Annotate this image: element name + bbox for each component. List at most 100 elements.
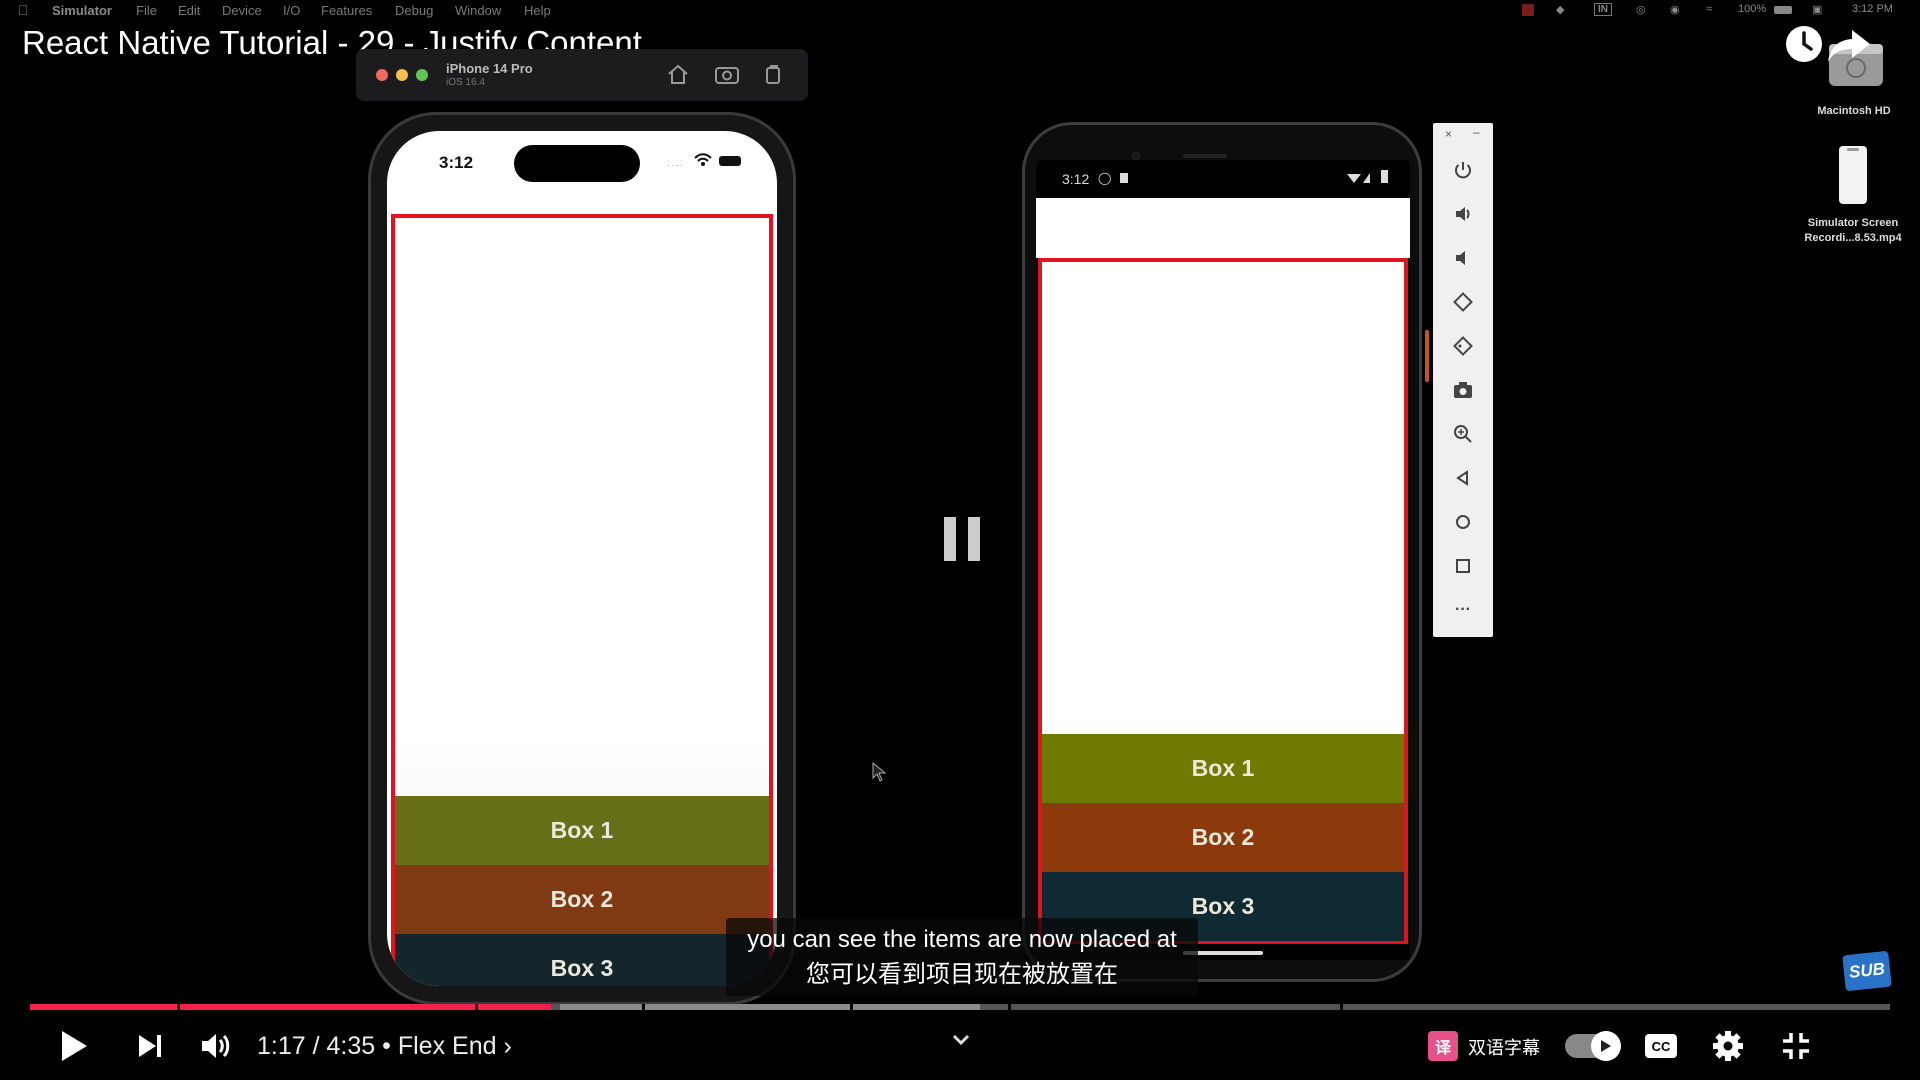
box-3-label: Box 3: [550, 955, 614, 981]
iphone-status-time: 3:12: [439, 153, 474, 172]
minimize-window-button[interactable]: [396, 69, 408, 81]
dynamic-island: [514, 145, 640, 182]
chapter-separator: •: [382, 1032, 398, 1060]
play-status-icon[interactable]: ◎: [1636, 3, 1646, 16]
watch-later-icon[interactable]: [1784, 24, 1824, 69]
iphone-frame: 3:12 ···· Box 1 Box 2 Box 3: [368, 112, 796, 1005]
rotate-icon[interactable]: [762, 63, 784, 90]
settings-gear-icon[interactable]: [1710, 1028, 1746, 1064]
menu-help[interactable]: Help: [524, 3, 551, 18]
play-button[interactable]: [54, 1026, 94, 1066]
user-status-icon[interactable]: ◉: [1670, 3, 1680, 16]
volume-up-icon[interactable]: [1451, 202, 1475, 226]
box-1: Box 1: [1042, 734, 1404, 803]
chapter-chevron-icon[interactable]: ›: [503, 1032, 511, 1060]
android-shield-icon: ◯: [1098, 171, 1112, 185]
chapter-divider: [1340, 1004, 1343, 1010]
box-2: Box 2: [1042, 803, 1404, 872]
input-source-icon[interactable]: IN: [1594, 3, 1612, 16]
simulator-os-version: iOS 16.4: [446, 77, 485, 88]
video-file-icon[interactable]: [1839, 146, 1867, 204]
android-wifi-icon: [1346, 171, 1376, 190]
wifi-icon: [694, 151, 712, 172]
container-view: Box 1 Box 2 Box 3: [391, 214, 773, 986]
progress-bar[interactable]: [30, 1004, 1890, 1010]
emulator-toolbar: × – ···: [1433, 123, 1493, 637]
box-1-label: Box 1: [1191, 755, 1255, 781]
zoom-icon[interactable]: [1451, 422, 1475, 446]
menu-file[interactable]: File: [136, 3, 157, 18]
box-1: Box 1: [395, 796, 769, 865]
mouse-cursor-icon: [872, 761, 887, 787]
menu-clock: 3:12 PM: [1852, 3, 1893, 15]
rotate-left-icon[interactable]: [1451, 290, 1475, 314]
chapter-title[interactable]: Flex End: [398, 1032, 497, 1060]
android-screen: 3:12 ◯ Box 1 Box 2 Box 3: [1036, 160, 1410, 960]
screenshot-icon[interactable]: [714, 63, 740, 90]
battery-icon[interactable]: [1774, 6, 1792, 14]
cc-button[interactable]: CC: [1644, 1030, 1678, 1062]
menu-features[interactable]: Features: [321, 3, 372, 18]
status-icon[interactable]: ◆: [1556, 3, 1564, 16]
emulator-minimize-icon[interactable]: –: [1473, 125, 1480, 139]
camera-icon[interactable]: [1451, 378, 1475, 402]
time-display[interactable]: 1:17 / 4:35 • Flex End ›: [257, 1032, 512, 1061]
progress-played: [30, 1004, 551, 1010]
chapter-divider: [1008, 1004, 1011, 1010]
captions-window[interactable]: you can see the items are now placed at …: [726, 918, 1198, 996]
current-time: 1:17: [257, 1032, 306, 1060]
share-icon[interactable]: [1826, 26, 1872, 71]
menu-device[interactable]: Device: [222, 3, 262, 18]
home-circle-icon[interactable]: [1451, 510, 1475, 534]
sub-badge[interactable]: SUB: [1842, 950, 1892, 992]
chapter-divider: [850, 1004, 853, 1010]
box-2-label: Box 2: [1191, 824, 1255, 850]
android-app-header: [1036, 198, 1410, 258]
desktop-recording-label[interactable]: Simulator Screen Recordi...8.53.mp4: [1788, 216, 1918, 246]
wifi-status-icon[interactable]: ≈: [1706, 3, 1712, 15]
overview-icon[interactable]: [1451, 554, 1475, 578]
pause-overlay-icon[interactable]: [944, 517, 982, 561]
menu-window[interactable]: Window: [455, 3, 501, 18]
autoplay-toggle[interactable]: [1565, 1031, 1621, 1061]
menu-app-name[interactable]: Simulator: [52, 3, 112, 18]
box-1-label: Box 1: [550, 817, 614, 843]
display-icon[interactable]: ▣: [1812, 3, 1822, 16]
volume-button[interactable]: [196, 1026, 236, 1066]
simulator-toolbar: iPhone 14 Pro iOS 16.4: [356, 49, 808, 101]
zoom-window-button[interactable]: [416, 69, 428, 81]
simulator-device-name: iPhone 14 Pro: [446, 61, 533, 76]
rotate-right-icon[interactable]: [1451, 334, 1475, 358]
android-sd-icon: [1120, 173, 1128, 183]
translate-icon[interactable]: 译: [1428, 1031, 1458, 1061]
autoplay-play-icon: [1591, 1031, 1621, 1061]
box-2-label: Box 2: [550, 886, 614, 912]
back-icon[interactable]: [1451, 466, 1475, 490]
home-icon[interactable]: [666, 63, 690, 90]
menu-io[interactable]: I/O: [283, 3, 300, 18]
exit-fullscreen-icon[interactable]: [1778, 1028, 1814, 1064]
mac-menu-bar:  Simulator File Edit Device I/O Feature…: [0, 0, 1920, 22]
more-icon[interactable]: ···: [1451, 598, 1475, 622]
box-2: Box 2: [395, 865, 769, 934]
chapter-divider: [177, 1004, 180, 1010]
iphone-screen: 3:12 ···· Box 1 Box 2 Box 3: [387, 131, 777, 986]
power-icon[interactable]: [1451, 158, 1475, 182]
record-icon[interactable]: [1522, 4, 1534, 16]
menu-debug[interactable]: Debug: [395, 3, 433, 18]
apple-icon[interactable]: : [18, 2, 29, 18]
desktop-macintosh-hd-label[interactable]: Macintosh HD: [1796, 104, 1912, 119]
svg-text:CC: CC: [1652, 1039, 1671, 1054]
emulator-close-icon[interactable]: ×: [1445, 127, 1452, 141]
next-button[interactable]: [130, 1026, 170, 1066]
close-window-button[interactable]: [376, 69, 388, 81]
volume-down-icon[interactable]: [1451, 246, 1475, 270]
menu-edit[interactable]: Edit: [178, 3, 200, 18]
bilingual-subtitle-label[interactable]: 双语字幕: [1468, 1034, 1540, 1060]
box-3: Box 3: [395, 934, 769, 986]
time-separator: /: [312, 1032, 327, 1060]
battery-icon: [719, 156, 741, 166]
android-battery-icon: [1381, 170, 1388, 183]
chevron-down-icon[interactable]: [946, 1028, 976, 1052]
chapter-divider: [475, 1004, 478, 1010]
